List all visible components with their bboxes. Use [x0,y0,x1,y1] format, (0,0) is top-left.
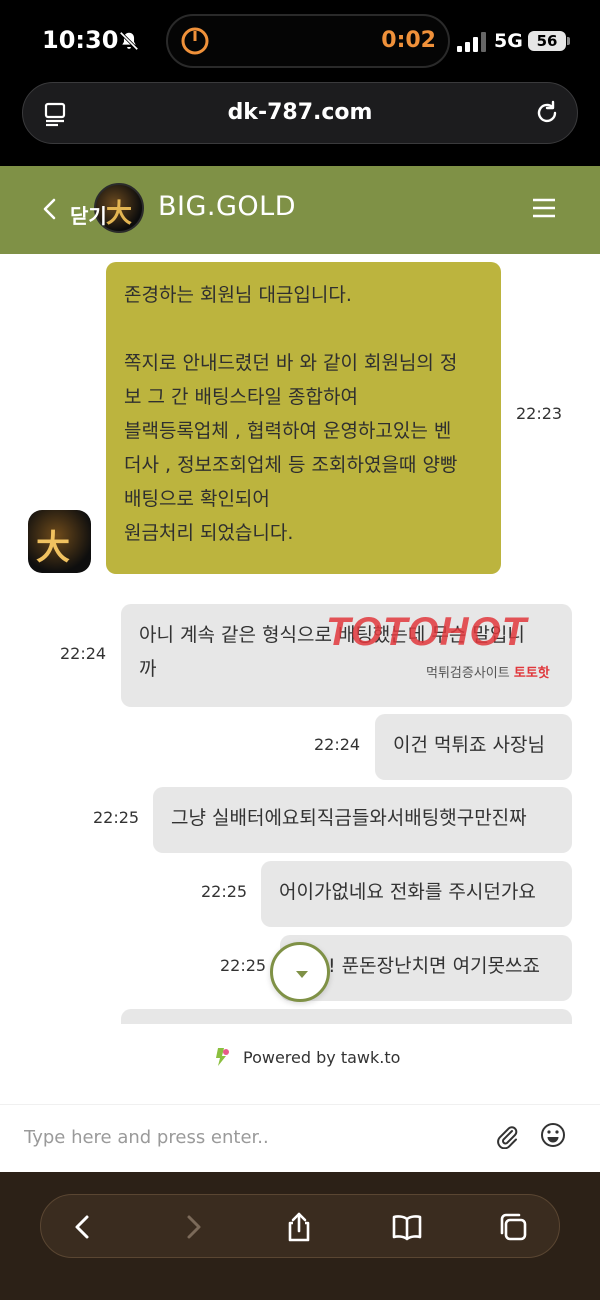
visitor-message: 어이가없네요 전화를 주시던가요 [261,861,572,927]
close-button[interactable]: 닫기 [70,200,107,229]
timer-readout: 0:02 [381,28,436,53]
status-time: 10:30 [42,26,119,54]
message-time: 22:23 [516,404,563,423]
browser-toolbar [0,1172,600,1300]
status-bar: 10:30 0:02 5G 56 [0,0,600,78]
bookmarks-icon[interactable] [391,1211,423,1243]
tawk-logo-icon [216,1048,229,1066]
message-line: 배팅으로 확인되어 [124,488,270,510]
message-line: 보 그 간 배팅스타일 종합하여 [124,386,358,408]
back-icon[interactable] [67,1211,99,1243]
message-time: 22:24 [314,735,361,754]
powered-by-text[interactable]: Powered by tawk.to [243,1048,400,1067]
visitor-message: 그냥 실배터에요퇴직금들와서배팅햇구만진짜 [153,787,572,853]
hamburger-icon[interactable] [532,196,556,220]
timer-icon [181,27,209,55]
signal-icon [457,32,486,52]
battery-icon: 56 [528,31,566,51]
message-line: 그냥 실배터에요퇴직금들와서배팅햇구만진짜 [171,807,527,829]
watermark-subtitle: 먹튀검증사이트 토토핫 [426,662,550,681]
message-line: ! 푼돈장난치면 여기못쓰죠 [328,955,540,977]
message-line [124,312,483,346]
message-line: 원금처리 되었습니다. [124,522,294,544]
network-type: 5G [494,30,523,52]
paperclip-icon[interactable] [494,1123,520,1149]
forward-icon[interactable] [177,1211,209,1243]
battery-tip [567,37,570,45]
message-line: 어이가없네요 전화를 주시던가요 [279,881,536,903]
message-input[interactable] [24,1123,464,1151]
message-time: 22:25 [201,882,248,901]
chat-title: BIG.GOLD [158,191,296,222]
smiley-icon[interactable] [540,1122,566,1148]
message-line: 이건 먹튀죠 사장님 [393,734,545,756]
message-line: 더사 , 정보조회업체 등 조회하였을때 양빵 [124,454,458,476]
watermark-logo: TOTOHOT [326,610,528,654]
message-line: 블랙등록업체 , 협력하여 운영하고있는 벤 [124,420,452,442]
dynamic-island: 0:02 [166,14,450,68]
url-text[interactable]: dk-787.com [23,100,577,125]
chat-header: 大 닫기 BIG.GOLD [0,166,600,254]
bell-slash-icon [119,31,139,51]
watermark-sub-brand: 토토핫 [513,666,550,681]
agent-message: 존경하는 회원님 대금입니다. 쪽지로 안내드렸던 바 와 같이 회원님의 정 … [106,262,501,574]
visitor-message-partial [121,1009,572,1024]
address-bar[interactable]: dk-787.com [22,82,578,144]
chevron-left-icon[interactable] [40,196,58,222]
toolbar-pill [40,1194,560,1258]
message-time: 22:24 [60,644,107,663]
browser-address-area: dk-787.com [0,78,600,166]
visitor-message: 이건 먹튀죠 사장님 [375,714,572,780]
chevron-down-icon [296,971,308,978]
message-line: 쪽지로 안내드렸던 바 와 같이 회원님의 정 [124,352,458,374]
powered-by-link[interactable]: Powered by tawk.to [243,1048,400,1067]
message-line: 존경하는 회원님 대금입니다. [124,284,352,306]
watermark: TOTOHOT 먹튀검증사이트 토토핫 [326,610,596,686]
message-time: 22:25 [220,956,267,975]
powered-by-bar: Powered by tawk.to [0,1024,600,1104]
watermark-sub-prefix: 먹튀검증사이트 [426,666,510,681]
agent-avatar: 大 [28,510,91,573]
message-composer [0,1104,600,1172]
chat-messages[interactable]: 존경하는 회원님 대금입니다. 쪽지로 안내드렸던 바 와 같이 회원님의 정 … [0,254,600,1024]
reload-icon[interactable] [533,99,561,127]
message-time: 22:25 [93,808,140,827]
share-icon[interactable] [283,1211,315,1243]
scroll-to-bottom-button[interactable] [270,942,330,1002]
tabs-icon[interactable] [497,1211,529,1243]
